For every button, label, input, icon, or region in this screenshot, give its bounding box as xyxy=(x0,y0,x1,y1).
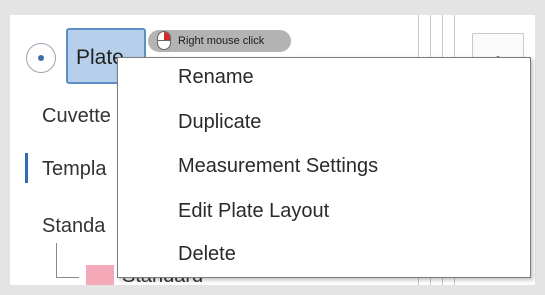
standard-color-swatch xyxy=(86,265,114,285)
menu-item-duplicate[interactable]: Duplicate xyxy=(178,111,261,134)
template-active-marker xyxy=(25,153,28,183)
context-menu: Rename Duplicate Measurement Settings Ed… xyxy=(117,57,531,278)
menu-item-edit-plate-layout[interactable]: Edit Plate Layout xyxy=(178,200,329,223)
menu-item-delete[interactable]: Delete xyxy=(178,243,236,266)
menu-item-measurement-settings[interactable]: Measurement Settings xyxy=(178,155,378,178)
tree-item-standard[interactable]: Standa xyxy=(42,215,105,238)
menu-item-rename[interactable]: Rename xyxy=(178,66,254,89)
mouse-button-line xyxy=(158,40,170,41)
mouse-right-click-icon xyxy=(157,31,171,50)
mouse-right-button-highlight xyxy=(164,32,170,40)
tree-connector xyxy=(56,243,79,278)
plate-radio-button[interactable] xyxy=(26,43,56,73)
tree-item-template[interactable]: Templa xyxy=(42,158,106,181)
radio-selected-dot xyxy=(38,55,44,61)
tree-item-cuvette[interactable]: Cuvette xyxy=(42,105,111,128)
